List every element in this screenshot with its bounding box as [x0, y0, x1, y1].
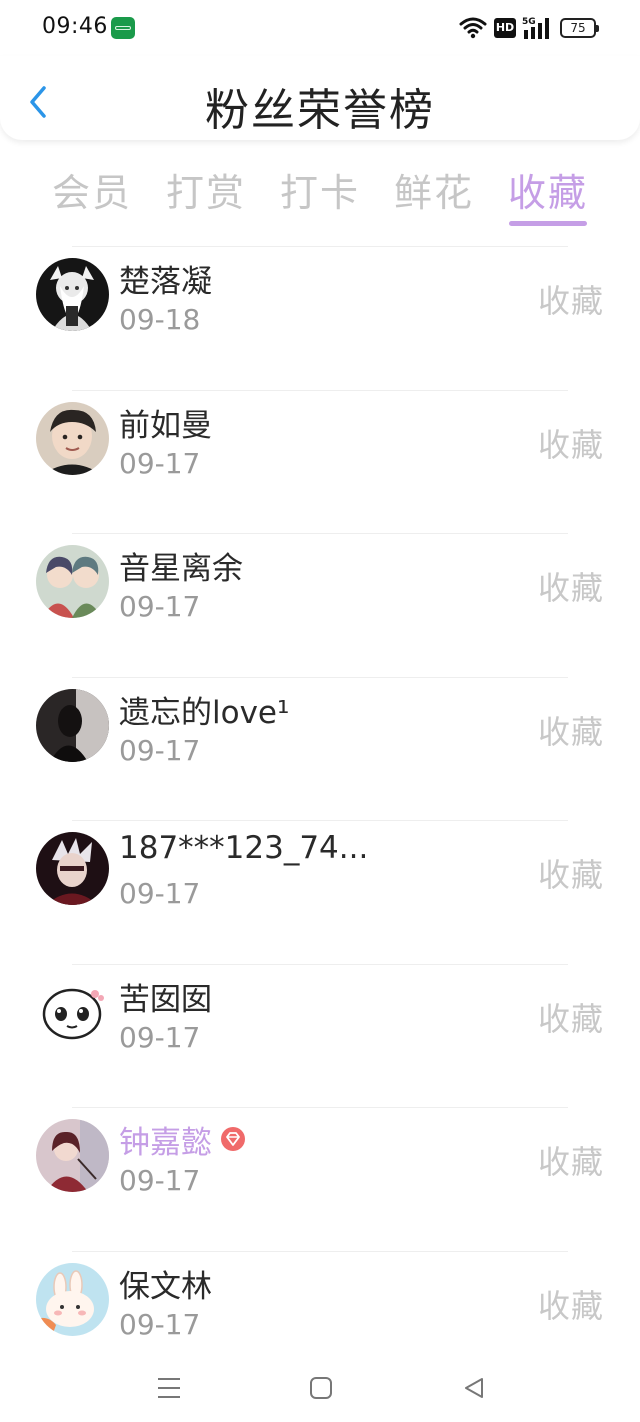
home-button[interactable]	[301, 1368, 341, 1408]
cartoon-bunny-avatar	[36, 1262, 109, 1336]
anime-girl-red-avatar	[36, 1119, 109, 1192]
status-time: 09:46	[42, 14, 108, 39]
favorite-label: 收藏	[537, 1286, 604, 1325]
header: 粉丝荣誉榜	[0, 56, 640, 140]
avatar[interactable]	[36, 258, 109, 331]
fan-name: 遗忘的love¹	[119, 694, 290, 731]
vip-diamond-icon	[220, 1124, 246, 1160]
avatar[interactable]	[36, 545, 109, 618]
system-back-button[interactable]	[454, 1368, 494, 1408]
favorite-label: 收藏	[537, 1143, 604, 1181]
fan-name: 楚落凝	[119, 264, 212, 300]
signal-5g-icon: 5G	[522, 17, 549, 39]
list-item[interactable]: 钟嘉懿 09-17 收藏	[0, 1107, 640, 1251]
anime-dark-avatar	[36, 832, 109, 905]
avatar[interactable]	[36, 688, 109, 762]
anime-pair-avatar	[36, 545, 109, 618]
fan-name-text: 钟嘉懿	[119, 1125, 212, 1161]
home-square-icon	[310, 1377, 332, 1399]
fan-date: 09-17	[119, 590, 201, 623]
boy-photo-avatar	[36, 401, 109, 475]
fan-date: 09-17	[119, 1307, 201, 1341]
anime-white-hair-avatar	[36, 258, 109, 331]
status-bar: 09:46 HD 5G 75	[0, 0, 640, 56]
back-triangle-icon	[465, 1378, 483, 1398]
battery-icon: 75	[560, 18, 599, 38]
hd-icon: HD	[494, 18, 516, 38]
favorite-label: 收藏	[537, 999, 604, 1038]
fan-date: 09-17	[119, 733, 201, 767]
green-chat-app-icon	[111, 17, 135, 39]
tab-bar: 会员 打赏 打卡 鲜花 收藏	[0, 150, 640, 240]
tab-rewards[interactable]: 打赏	[149, 162, 263, 217]
dark-silhouette-avatar	[36, 688, 109, 762]
fans-list: 楚落凝 09-18 收藏 前如曼 09-17 收藏 音星离余 09-17 收藏 …	[0, 246, 640, 1394]
page-title: 粉丝荣誉榜	[205, 85, 435, 136]
tab-favorites[interactable]: 收藏	[491, 162, 605, 217]
fan-name: 187***123_74...	[119, 830, 369, 866]
fan-date: 09-17	[119, 1164, 201, 1197]
avatar[interactable]	[36, 401, 109, 475]
fan-name: 钟嘉懿	[119, 1117, 246, 1162]
list-item[interactable]: 187***123_74... 09-17 收藏	[0, 820, 640, 964]
list-item[interactable]: 楚落凝 09-18 收藏	[0, 246, 640, 390]
tab-checkin[interactable]: 打卡	[263, 162, 377, 217]
active-tab-indicator	[509, 221, 587, 226]
wifi-icon	[459, 17, 487, 39]
list-item[interactable]: 遗忘的love¹ 09-17 收藏	[0, 676, 640, 821]
fan-date: 09-17	[119, 1020, 201, 1054]
fan-name: 苦囡囡	[119, 981, 212, 1018]
favorite-label: 收藏	[537, 569, 604, 607]
list-item[interactable]: 前如曼 09-17 收藏	[0, 389, 640, 534]
list-item[interactable]: 音星离余 09-17 收藏	[0, 533, 640, 677]
avatar[interactable]	[36, 1262, 109, 1336]
fan-name: 保文林	[119, 1268, 212, 1305]
sticker-face-avatar	[36, 975, 109, 1049]
avatar[interactable]	[36, 1119, 109, 1192]
fan-date: 09-17	[119, 446, 201, 480]
avatar[interactable]	[36, 975, 109, 1049]
menu-button[interactable]	[149, 1368, 189, 1408]
fan-date: 09-17	[119, 877, 201, 910]
favorite-label: 收藏	[537, 712, 604, 751]
system-nav-bar	[0, 1356, 640, 1422]
favorite-label: 收藏	[537, 856, 604, 894]
fan-name: 前如曼	[119, 407, 212, 444]
favorite-label: 收藏	[537, 425, 604, 464]
fan-date: 09-18	[119, 303, 201, 336]
avatar[interactable]	[36, 832, 109, 905]
tab-membership[interactable]: 会员	[35, 162, 149, 217]
menu-icon	[158, 1378, 180, 1398]
fan-name: 音星离余	[119, 551, 243, 587]
list-item[interactable]: 苦囡囡 09-17 收藏	[0, 963, 640, 1108]
favorite-label: 收藏	[537, 282, 604, 320]
svg-text:5G: 5G	[522, 17, 536, 27]
tab-flowers[interactable]: 鲜花	[377, 162, 491, 217]
phone-screen: 09:46 HD 5G 75 粉丝荣誉榜 会员 打赏 打卡 鲜花 收藏 楚落凝 …	[0, 0, 640, 1422]
